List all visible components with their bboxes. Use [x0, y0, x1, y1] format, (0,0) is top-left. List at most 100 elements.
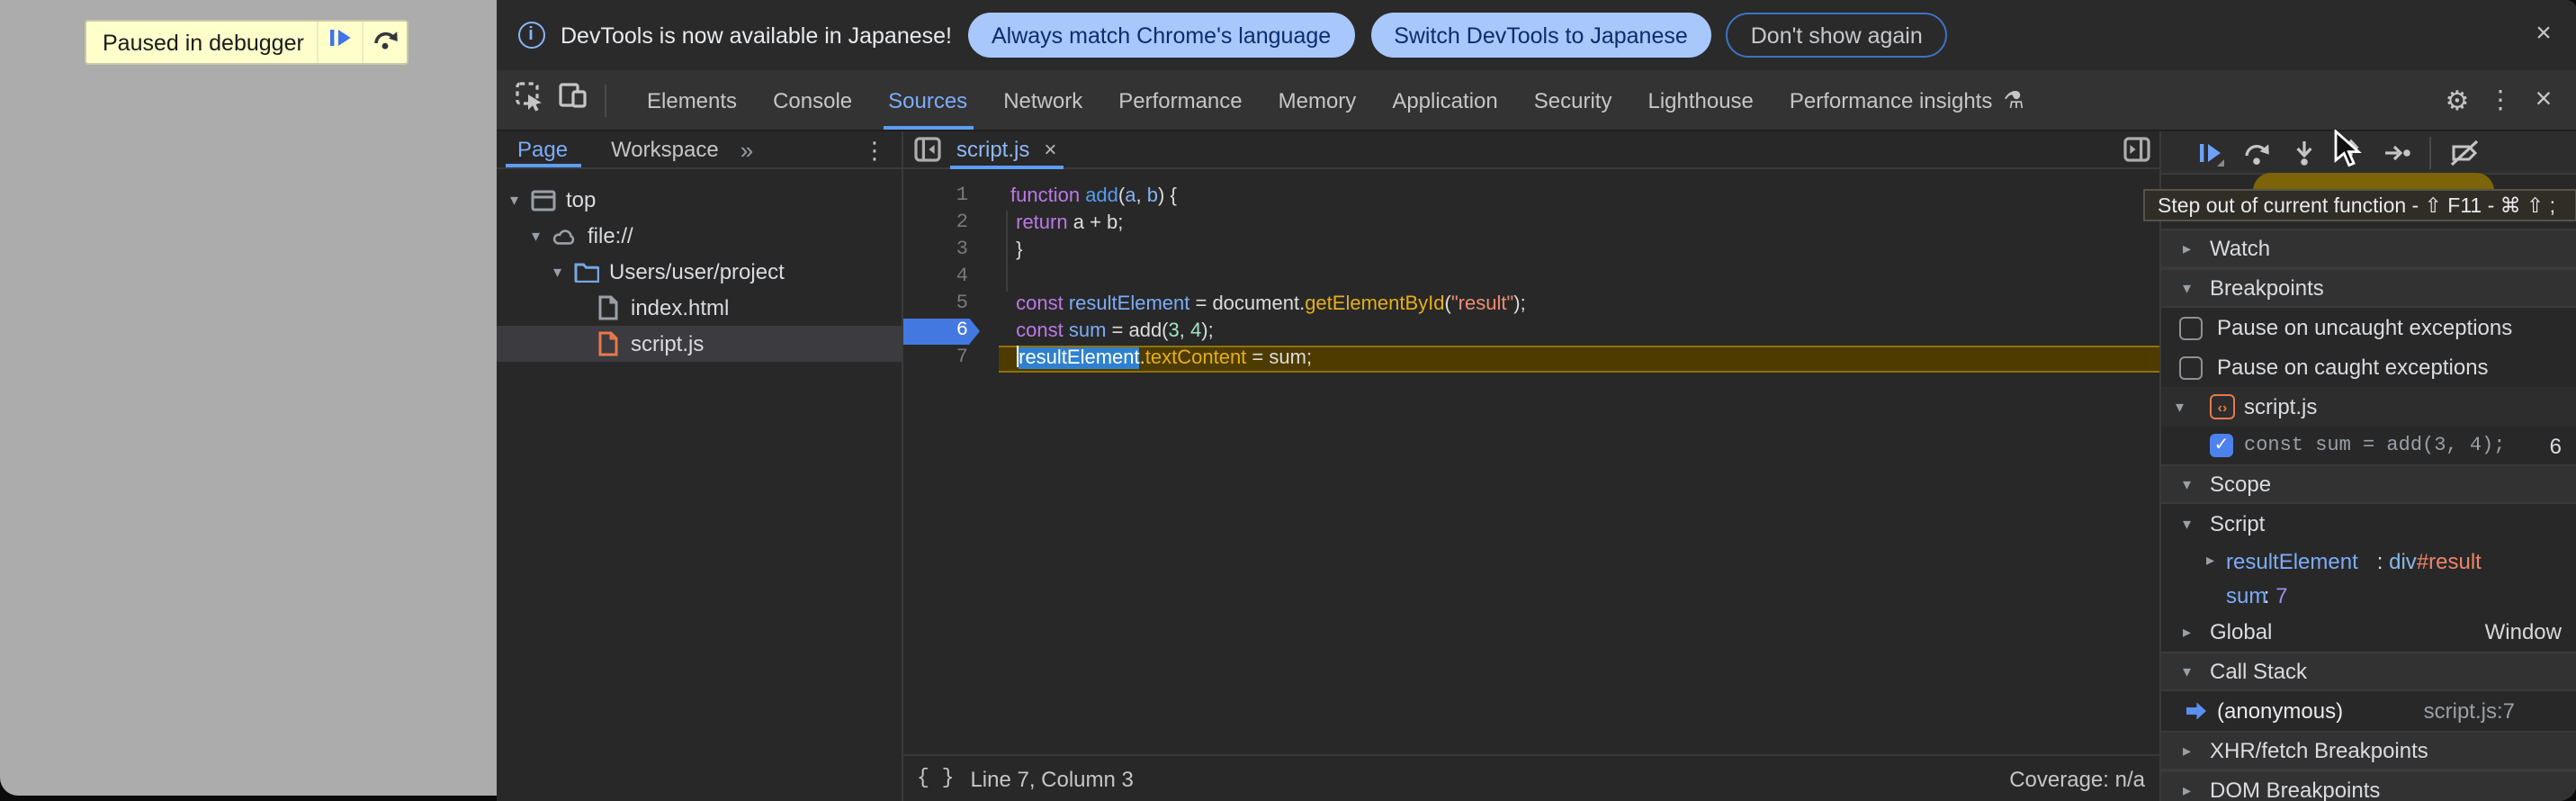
tab-performance-insights[interactable]: Performance insights⚗ [1772, 70, 2042, 130]
resume-script-button[interactable] [317, 22, 362, 63]
more-options-button[interactable]: ⋮ [2479, 78, 2522, 122]
close-devtools-button[interactable]: × [2522, 78, 2565, 122]
line-number[interactable]: 3 [914, 237, 968, 264]
sidebar-shead-breakpoints[interactable]: ▾Breakpoints [2161, 268, 2576, 308]
sidebar-shead-watch[interactable]: ▸Watch [2161, 229, 2576, 268]
line-number[interactable]: 7 [914, 345, 968, 372]
tab-workspace[interactable]: Workspace [589, 131, 740, 167]
code-line[interactable]: const resultElement = document.getElemen… [998, 291, 2159, 318]
switch-to-japanese-button[interactable]: Switch DevTools to Japanese [1370, 13, 1711, 58]
checkbox-label: Pause on uncaught exceptions [2217, 315, 2512, 340]
step-button[interactable] [2374, 134, 2420, 170]
expand-arrow-icon[interactable]: ▾ [2183, 278, 2191, 298]
editor-status-bar: { } Line 7, Column 3 Coverage: n/a [902, 754, 2159, 801]
gear-icon: ⚙ [2446, 84, 2470, 116]
code-line[interactable]: } [998, 237, 2159, 264]
checkbox-label: Pause on caught exceptions [2217, 355, 2489, 380]
tab-network[interactable]: Network [985, 70, 1100, 130]
checkbox-checked[interactable]: ✓ [2210, 434, 2233, 457]
code-token: 4 [1190, 320, 1201, 341]
tab-page[interactable]: Page [496, 131, 589, 167]
collapse-navigator-button[interactable] [913, 137, 940, 171]
code-line[interactable]: resultElement.textContent = sum; [998, 345, 2159, 372]
sidebar-scope-var-sum[interactable]: sum: 7 [2161, 578, 2576, 612]
checkbox-unchecked[interactable] [2179, 356, 2203, 379]
dimmed-page-area [0, 0, 496, 796]
checkbox-unchecked[interactable] [2179, 316, 2203, 339]
line-number[interactable]: 2 [914, 210, 968, 237]
tree-item-label: index.html [631, 295, 729, 320]
code-line[interactable]: const sum = add(3, 4); [998, 318, 2159, 345]
editor-gutter[interactable]: 1234567 [902, 169, 998, 754]
tree-item-index-html[interactable]: index.html [496, 290, 901, 326]
tab-label: Performance insights [1790, 87, 1992, 112]
expand-arrow-icon[interactable]: ▸ [2206, 551, 2214, 571]
navigator-menu-icon[interactable]: ⋮ [863, 137, 886, 166]
inspect-element-button[interactable] [508, 78, 552, 122]
resume-button[interactable] [2186, 134, 2233, 170]
sidebar-scheck-pause-on-uncaught-exceptions[interactable]: Pause on uncaught exceptions [2161, 308, 2576, 347]
step-over-button[interactable] [2233, 134, 2280, 170]
settings-button[interactable]: ⚙ [2436, 78, 2479, 122]
tab-application[interactable]: Application [1374, 70, 1515, 130]
line-number[interactable]: 5 [914, 291, 968, 318]
line-number[interactable]: 6 [914, 318, 968, 345]
expand-arrow-icon[interactable]: ▸ [2183, 741, 2191, 760]
more-tabs-chevron[interactable]: » [740, 136, 751, 163]
debugger-sections: ▸Watch▾Breakpoints Pause on uncaught exce… [2161, 229, 2576, 801]
step-over-button[interactable] [362, 22, 407, 63]
sidebar-shead-call-stack[interactable]: ▾Call Stack [2161, 652, 2576, 691]
tab-memory[interactable]: Memory [1261, 70, 1375, 130]
code-line[interactable]: function add(a, b) { [998, 183, 2159, 210]
line-number[interactable]: 4 [914, 264, 968, 291]
expand-arrow-icon[interactable]: ▾ [553, 262, 561, 282]
tree-item-users-user-project[interactable]: ▾Users/user/project [496, 254, 901, 290]
pretty-print-icon[interactable]: { } [917, 767, 954, 790]
sidebar-scope-row-global[interactable]: ▸GlobalWindow [2161, 612, 2576, 652]
section-label: DOM Breakpoints [2210, 778, 2380, 801]
dont-show-again-button[interactable]: Don't show again [1726, 13, 1948, 58]
expand-arrow-icon[interactable]: ▾ [2183, 662, 2191, 681]
expand-arrow-icon[interactable]: ▾ [2183, 474, 2191, 494]
step-into-button[interactable] [2280, 134, 2327, 170]
tree-item-file-[interactable]: ▾file:// [496, 218, 901, 254]
sidebar-shead-scope[interactable]: ▾Scope [2161, 464, 2576, 504]
toggle-device-toolbar-button[interactable] [552, 78, 595, 122]
sidebar-bp-group-script-js[interactable]: ▾‹›script.js [2161, 387, 2576, 427]
sidebar-frame--anonymous-[interactable]: (anonymous)script.js:7 [2161, 691, 2576, 731]
section-label: XHR/fetch Breakpoints [2210, 738, 2428, 763]
tab-elements[interactable]: Elements [629, 70, 755, 130]
expand-arrow-icon[interactable]: ▾ [510, 190, 518, 210]
code-line[interactable]: return a + b; [998, 210, 2159, 237]
sidebar-scheck-pause-on-caught-exceptions[interactable]: Pause on caught exceptions [2161, 347, 2576, 387]
tab-console[interactable]: Console [755, 70, 870, 130]
script-file-icon: ‹› [2210, 394, 2235, 419]
line-number[interactable]: 1 [914, 183, 968, 210]
always-match-language-button[interactable]: Always match Chrome's language [968, 13, 1354, 58]
editor-tab-scriptjs[interactable]: script.js × [946, 131, 1067, 167]
expand-arrow-icon[interactable]: ▾ [2183, 514, 2191, 534]
sidebar-scope-group-script[interactable]: ▾Script [2161, 504, 2576, 544]
collapse-debugger-button[interactable] [2123, 137, 2150, 171]
tree-item-script-js[interactable]: script.js [496, 326, 901, 362]
expand-arrow-icon[interactable]: ▸ [2183, 780, 2191, 800]
expand-arrow-icon[interactable]: ▾ [2176, 397, 2184, 417]
sidebar-shead-dom-breakpoints[interactable]: ▸ DOM Breakpoints [2161, 770, 2576, 801]
code-line[interactable] [998, 264, 2159, 291]
tab-close-icon[interactable]: × [1044, 137, 1056, 162]
sidebar-bp-entry-const-sum-add-3-4-[interactable]: ✓const sum = add(3, 4);6 [2161, 427, 2576, 464]
infobar-close-icon[interactable]: × [2527, 18, 2560, 50]
deactivate-breakpoints-button[interactable] [2440, 134, 2487, 170]
tab-security[interactable]: Security [1516, 70, 1630, 130]
expand-arrow-icon[interactable]: ▾ [532, 226, 540, 246]
expand-arrow-icon[interactable]: ▸ [2183, 238, 2191, 258]
editor-code[interactable]: function add(a, b) { return a + b; } con… [998, 169, 2159, 754]
tab-performance[interactable]: Performance [1100, 70, 1260, 130]
sidebar-shead-xhr-fetch-breakpoints[interactable]: ▸ XHR/fetch Breakpoints [2161, 731, 2576, 770]
tab-sources[interactable]: Sources [870, 70, 985, 130]
expand-arrow-icon[interactable]: ▸ [2183, 622, 2191, 642]
sidebar-scope-var-resultelement[interactable]: ▸resultElement: div#result [2161, 544, 2576, 578]
code-token: 3 [1169, 320, 1180, 341]
tree-item-top[interactable]: ▾top [496, 182, 901, 218]
tab-lighthouse[interactable]: Lighthouse [1629, 70, 1771, 130]
